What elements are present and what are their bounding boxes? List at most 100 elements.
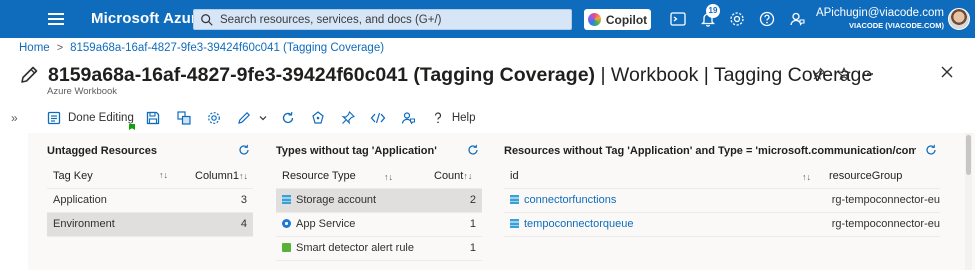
settings-button[interactable] (206, 107, 222, 129)
resource-link[interactable]: tempoconnectorqueue (524, 218, 633, 230)
page-subtitle: Azure Workbook (47, 86, 118, 97)
id-cell: connectorfunctions (504, 188, 823, 213)
table-row[interactable]: connectorfunctions rg-tempoconnector-eu (504, 188, 940, 213)
edit-button[interactable] (236, 107, 252, 129)
sort-icon[interactable]: ↑↓ (463, 171, 472, 181)
count-cell: 1 (428, 236, 482, 261)
settings-icon (207, 112, 220, 124)
expand-menu-icon[interactable]: » (11, 111, 18, 125)
feedback-icon[interactable] (788, 10, 806, 28)
done-editing-label: Done Editing (68, 112, 134, 124)
resources-table: id ↑↓ resourceGroup connectorfunctions rg… (504, 164, 940, 237)
avatar[interactable] (948, 8, 970, 30)
portal-menu-button[interactable] (48, 11, 64, 27)
workbook-toolbar: Done Editing Help (46, 107, 476, 129)
account-info[interactable]: APichugin@viacode.com VIACODE (VIACODE.C… (812, 7, 944, 30)
account-directory: VIACODE (VIACODE.COM) (848, 21, 944, 30)
sort-icon[interactable]: ↑↓ (159, 170, 168, 180)
page-title-suffix: | Workbook | Tagging Coverage (595, 63, 873, 86)
tag-key-cell: Environment (47, 212, 189, 237)
count-cell: 2 (428, 188, 482, 213)
pin-button[interactable] (340, 107, 356, 129)
vertical-scrollbar[interactable] (965, 133, 972, 270)
top-navigation-bar: Microsoft Azure Copilot 19 APichugin@via… (0, 0, 975, 38)
refresh-icon[interactable] (237, 143, 251, 157)
resource-link[interactable]: connectorfunctions (524, 194, 616, 206)
table-header-row: Resource Type ↑↓ Count↑↓ (276, 164, 482, 189)
alert-rule-icon (282, 243, 291, 252)
resource-type-label: Smart detector alert rule (296, 242, 414, 254)
count-cell: 1 (428, 212, 482, 237)
resource-type-cell: App Service (276, 212, 428, 237)
scrollbar-thumb[interactable] (966, 135, 971, 175)
column-label: Resource Type (282, 169, 356, 182)
table-header-row: id ↑↓ resourceGroup (504, 164, 940, 189)
breadcrumb-separator-icon: > (56, 42, 64, 54)
advanced-editor-button[interactable] (370, 107, 386, 129)
cloud-shell-icon[interactable] (669, 10, 687, 28)
column-header-id[interactable]: id ↑↓ (504, 164, 823, 189)
table-row[interactable]: App Service 1 (276, 212, 482, 237)
column-label: Tag Key (53, 169, 93, 182)
column-header-tag-key[interactable]: Tag Key ↑↓ (47, 164, 189, 189)
edit-dropdown-button[interactable] (258, 107, 268, 129)
breadcrumb: Home > 8159a68a-16af-4827-9fe3-39424f60c… (19, 42, 384, 54)
save-icon (146, 111, 160, 125)
count-cell: 3 (189, 188, 253, 213)
column-header-count[interactable]: Count↑↓ (428, 164, 482, 189)
done-editing-icon (47, 111, 61, 125)
code-icon (370, 112, 386, 124)
copilot-button[interactable]: Copilot (584, 9, 651, 30)
column-header-column1[interactable]: Column1↑↓ (189, 164, 253, 189)
chevron-down-icon (259, 116, 267, 121)
table-row[interactable]: Smart detector alert rule 1 (276, 236, 482, 261)
types-table: Resource Type ↑↓ Count↑↓ Storage account … (276, 164, 482, 261)
clone-button[interactable] (176, 107, 192, 129)
close-icon[interactable] (939, 64, 955, 80)
sort-icon[interactable]: ↑↓ (384, 172, 393, 182)
untagged-table: Tag Key ↑↓ Column1↑↓ Application 3 Enviro… (47, 164, 253, 237)
app-service-icon (282, 219, 291, 228)
tag-key-cell: Application (47, 188, 189, 213)
table-row[interactable]: tempoconnectorqueue rg-tempoconnector-eu (504, 212, 940, 237)
unsaved-changes-indicator (129, 124, 135, 130)
breadcrumb-workbook[interactable]: 8159a68a-16af-4827-9fe3-39424f60c041 (Ta… (70, 42, 384, 54)
panel-title-resources: Resources without Tag 'Application' and … (504, 145, 916, 157)
refresh-button[interactable] (280, 107, 296, 129)
table-row-selected[interactable]: Environment 4 (47, 212, 253, 237)
refresh-icon (282, 111, 294, 124)
table-row[interactable]: Application 3 (47, 188, 253, 213)
account-email: APichugin@viacode.com (815, 7, 944, 19)
community-button[interactable] (400, 107, 416, 129)
column-label: Count (434, 169, 464, 182)
clone-icon (177, 111, 191, 125)
column-label: resourceGroup (829, 169, 903, 182)
resource-type-label: App Service (296, 218, 356, 230)
brand-title[interactable]: Microsoft Azure (91, 10, 205, 27)
search-icon (201, 13, 213, 26)
table-row-selected[interactable]: Storage account 2 (276, 188, 482, 213)
favorite-star-icon[interactable] (837, 67, 851, 81)
sort-icon[interactable]: ↑↓ (239, 171, 248, 181)
more-options-icon[interactable] (861, 67, 875, 81)
global-search-box[interactable] (193, 9, 572, 30)
help-icon[interactable] (758, 10, 776, 28)
column-header-resource-group[interactable]: resourceGroup (823, 164, 940, 189)
refresh-icon[interactable] (924, 143, 938, 157)
resource-type-cell: Storage account (276, 188, 428, 213)
feedback-button[interactable] (310, 107, 326, 129)
search-input[interactable] (220, 13, 560, 26)
refresh-icon[interactable] (466, 143, 480, 157)
breadcrumb-home[interactable]: Home (19, 42, 50, 54)
page-title: 8159a68a-16af-4827-9fe3-39424f60c041 (Ta… (48, 64, 872, 87)
panel-title-untagged: Untagged Resources (47, 145, 158, 157)
pin-icon[interactable] (812, 67, 826, 81)
column-label: id (510, 169, 519, 182)
column-header-resource-type[interactable]: Resource Type ↑↓ (276, 164, 428, 189)
save-button[interactable] (145, 107, 161, 129)
page-title-row: 8159a68a-16af-4827-9fe3-39424f60c041 (Ta… (18, 61, 872, 89)
settings-gear-icon[interactable] (728, 10, 746, 28)
sort-icon[interactable]: ↑↓ (802, 172, 811, 182)
help-button[interactable]: Help (430, 107, 476, 129)
done-editing-button[interactable]: Done Editing (46, 107, 134, 129)
